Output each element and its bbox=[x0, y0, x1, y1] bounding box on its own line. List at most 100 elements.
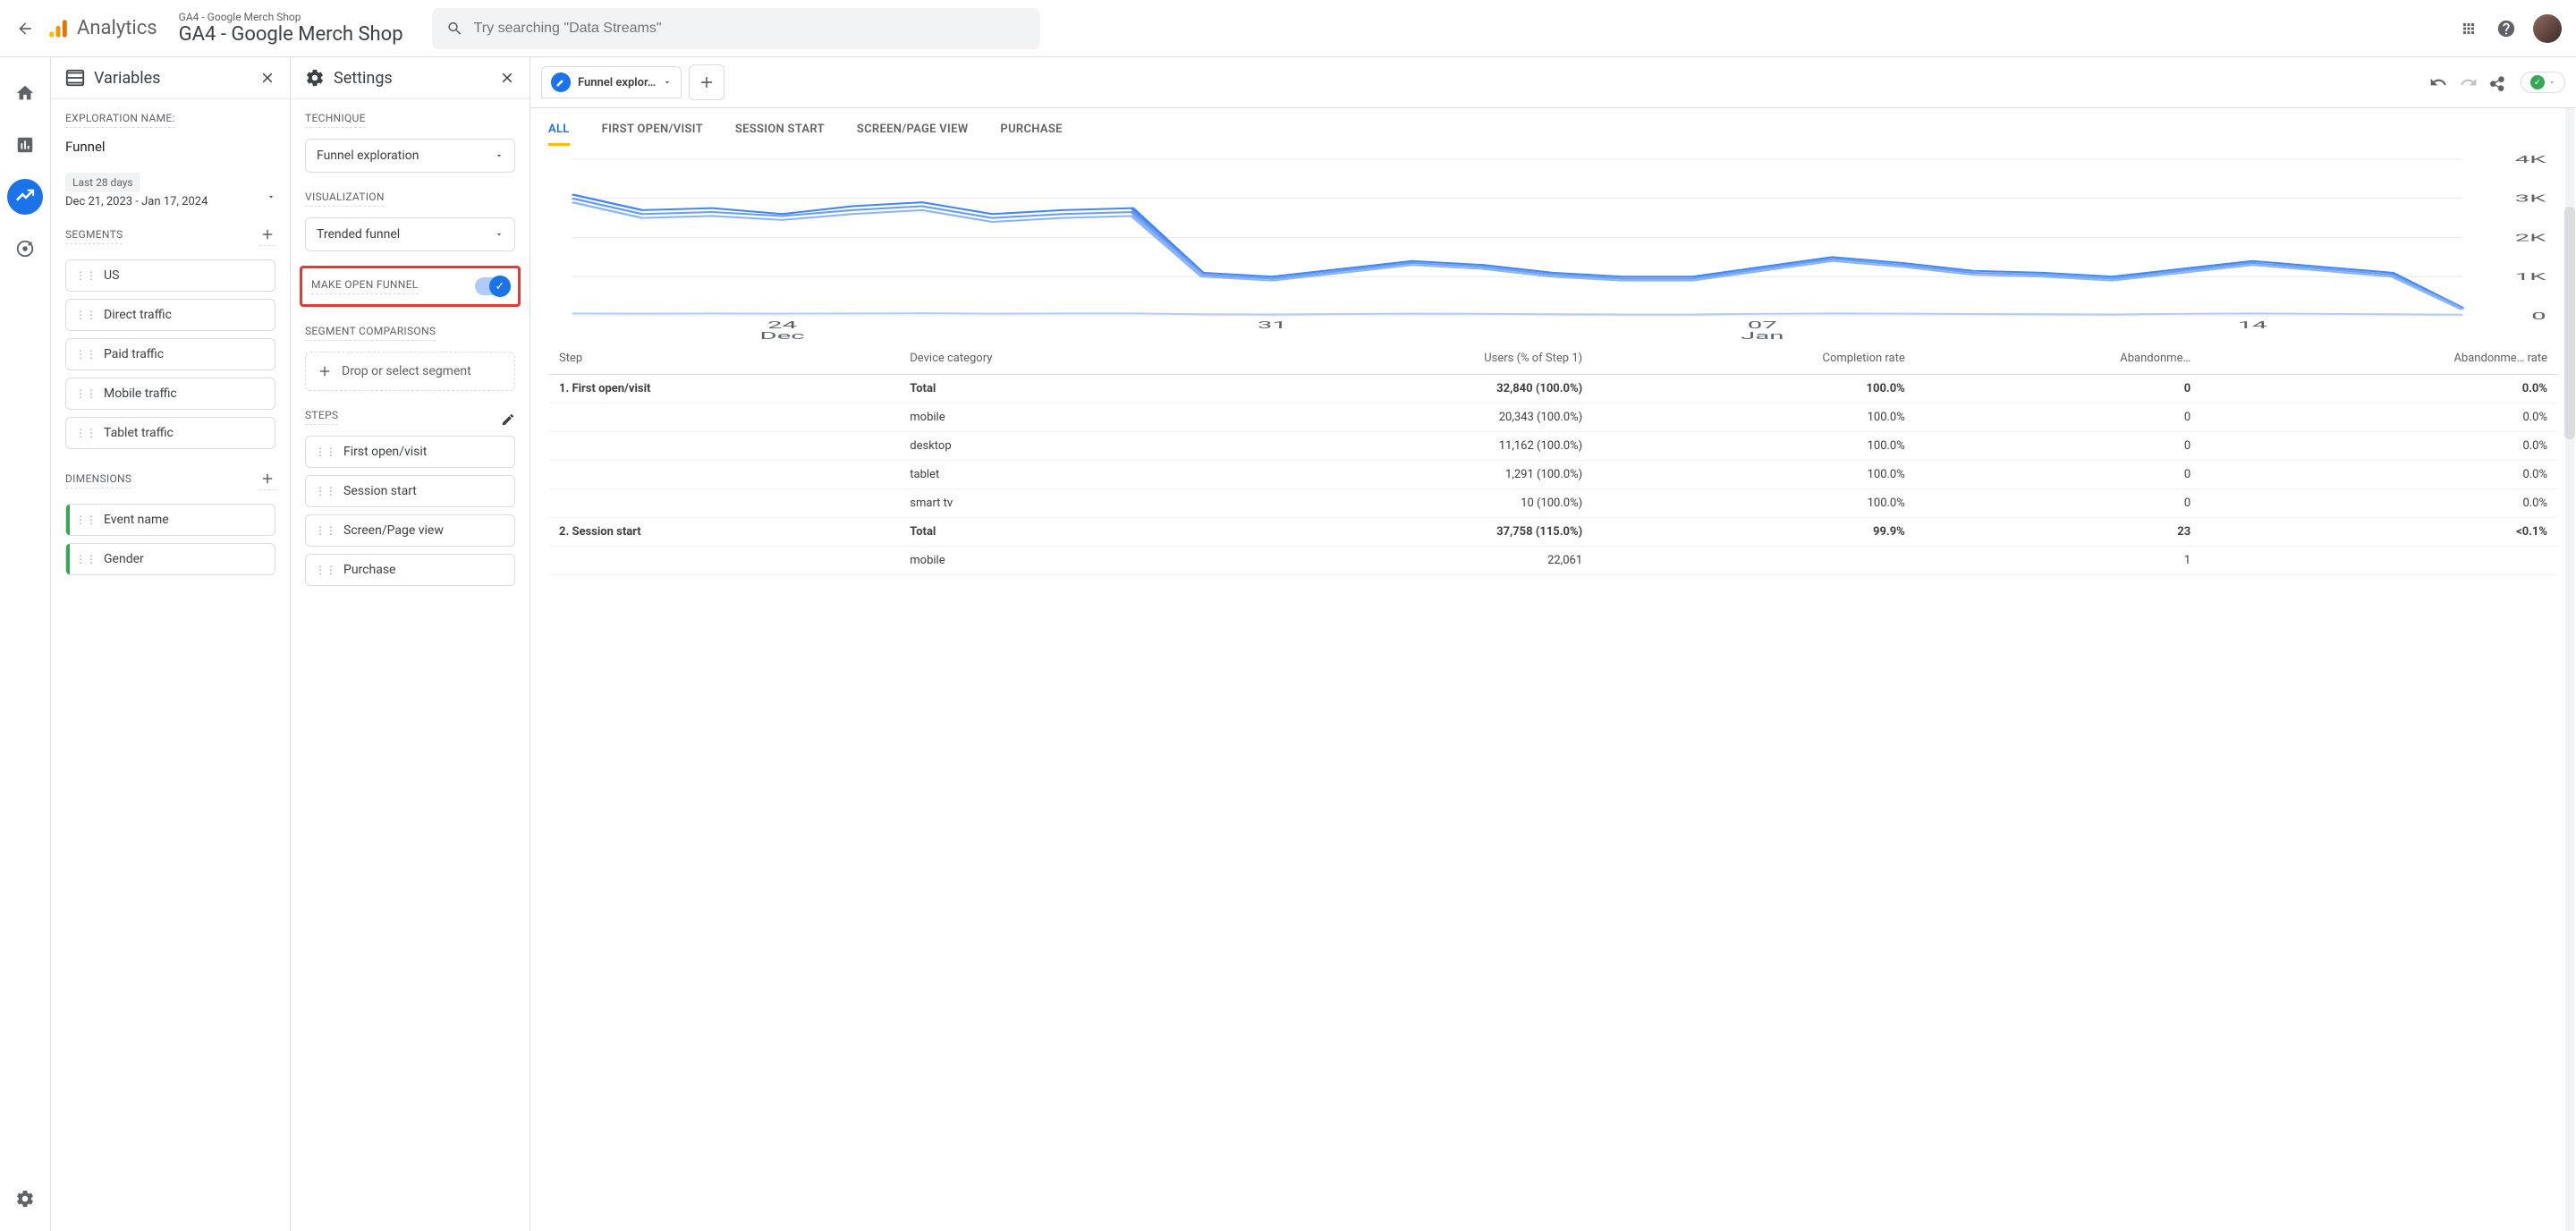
redo-button[interactable] bbox=[2460, 73, 2478, 91]
step-chip[interactable]: ⋮⋮ Screen/Page view bbox=[305, 514, 515, 547]
step-chip[interactable]: ⋮⋮Purchase bbox=[305, 554, 515, 586]
help-icon[interactable] bbox=[2496, 18, 2517, 39]
nav-advertising[interactable] bbox=[7, 231, 43, 267]
exploration-name-label: EXPLORATION NAME: bbox=[65, 112, 175, 128]
segment-drop-area[interactable]: Drop or select segment bbox=[305, 352, 515, 391]
chart-tab[interactable]: SESSION START bbox=[735, 123, 825, 146]
svg-text:1K: 1K bbox=[2515, 271, 2546, 283]
segment-chip[interactable]: ⋮⋮Mobile traffic bbox=[65, 378, 275, 410]
technique-select[interactable]: Funnel exploration bbox=[305, 139, 515, 173]
app-header: Analytics GA4 - Google Merch Shop GA4 - … bbox=[0, 0, 2576, 57]
edit-steps-button[interactable] bbox=[501, 412, 515, 427]
scrollbar-thumb[interactable] bbox=[2564, 207, 2575, 439]
table-row[interactable]: 1. First open/visitTotal32,840 (100.0%)1… bbox=[548, 375, 2558, 403]
step-chip[interactable]: ⋮⋮Session start bbox=[305, 475, 515, 507]
gear-icon bbox=[305, 68, 325, 88]
nav-admin[interactable] bbox=[7, 1181, 43, 1217]
chevron-down-icon bbox=[663, 78, 672, 87]
table-header: Completion rate bbox=[1593, 343, 1916, 375]
search-input[interactable] bbox=[474, 21, 1026, 37]
segment-comparisons-label: SEGMENT COMPARISONS bbox=[305, 325, 436, 341]
share-button[interactable] bbox=[2490, 73, 2508, 91]
chip-label: Mobile traffic bbox=[104, 386, 177, 401]
visualization-select[interactable]: Trended funnel bbox=[305, 217, 515, 251]
open-funnel-highlight: MAKE OPEN FUNNEL ✓ bbox=[300, 266, 521, 307]
chart-tab[interactable]: SCREEN/PAGE VIEW bbox=[857, 123, 969, 146]
table-row[interactable]: tablet1,291 (100.0%)100.0%00.0% bbox=[548, 461, 2558, 489]
avatar[interactable] bbox=[2533, 14, 2562, 43]
chart-tab[interactable]: ALL bbox=[548, 123, 570, 146]
segment-chip[interactable]: ⋮⋮ Paid traffic bbox=[65, 338, 275, 370]
search-bar[interactable] bbox=[432, 8, 1040, 49]
chip-label: Screen/Page view bbox=[343, 523, 444, 538]
drag-handle-icon: ⋮⋮ bbox=[315, 524, 336, 537]
table-row[interactable]: smart tv10 (100.0%)100.0%00.0% bbox=[548, 489, 2558, 518]
plus-icon bbox=[317, 363, 333, 379]
drag-handle-icon: ⋮⋮ bbox=[75, 514, 97, 526]
tab-label: Funnel explor… bbox=[578, 76, 656, 89]
exploration-tab[interactable]: Funnel explor… bbox=[541, 66, 682, 98]
segment-chip[interactable]: ⋮⋮Direct traffic bbox=[65, 299, 275, 331]
nav-explore[interactable] bbox=[7, 179, 43, 215]
add-segment-button[interactable] bbox=[259, 226, 275, 246]
check-icon: ✓ bbox=[2530, 75, 2545, 89]
property-large-label: GA4 - Google Merch Shop bbox=[179, 23, 403, 46]
apps-icon[interactable] bbox=[2458, 18, 2479, 39]
settings-panel: Settings TECHNIQUE Funnel exploration VI… bbox=[290, 57, 530, 1231]
variables-close-icon[interactable] bbox=[259, 70, 275, 86]
add-tab-button[interactable] bbox=[689, 64, 724, 100]
settings-close-icon[interactable] bbox=[499, 70, 515, 86]
chip-label: Event name bbox=[104, 513, 169, 527]
table-row[interactable]: 2. Session startTotal37,758 (115.0%)99.9… bbox=[548, 518, 2558, 547]
drag-handle-icon: ⋮⋮ bbox=[315, 564, 336, 576]
drag-handle-icon: ⋮⋮ bbox=[315, 446, 336, 458]
dimension-chip[interactable]: ⋮⋮ Gender bbox=[65, 543, 275, 575]
table-header: Abandonme… rate bbox=[2201, 343, 2558, 375]
svg-text:07: 07 bbox=[1748, 319, 1777, 331]
steps-label: STEPS bbox=[305, 409, 338, 425]
table-row[interactable]: desktop11,162 (100.0%)100.0%00.0% bbox=[548, 432, 2558, 461]
chart-tab[interactable]: FIRST OPEN/VISIT bbox=[602, 123, 703, 146]
svg-text:3K: 3K bbox=[2515, 193, 2546, 205]
nav-reports[interactable] bbox=[7, 127, 43, 163]
property-selector[interactable]: GA4 - Google Merch Shop GA4 - Google Mer… bbox=[179, 11, 403, 46]
dimension-chip[interactable]: ⋮⋮ Event name bbox=[65, 504, 275, 536]
svg-text:31: 31 bbox=[1258, 319, 1287, 331]
add-dimension-button[interactable] bbox=[259, 471, 275, 490]
segment-chip[interactable]: ⋮⋮US bbox=[65, 259, 275, 292]
drag-handle-icon: ⋮⋮ bbox=[75, 553, 97, 565]
chevron-down-icon bbox=[267, 192, 275, 201]
dimensions-label: DIMENSIONS bbox=[65, 472, 131, 488]
segment-chip[interactable]: ⋮⋮Tablet traffic bbox=[65, 417, 275, 449]
chip-label: First open/visit bbox=[343, 445, 427, 459]
table-row[interactable]: mobile20,343 (100.0%)100.0%00.0% bbox=[548, 403, 2558, 432]
chart-tab[interactable]: PURCHASE bbox=[1000, 123, 1062, 146]
date-chip: Last 28 days bbox=[65, 173, 140, 192]
edit-icon bbox=[551, 72, 571, 92]
svg-text:Jan: Jan bbox=[1741, 330, 1784, 342]
chip-label: Gender bbox=[104, 552, 144, 566]
status-pill[interactable]: ✓ bbox=[2521, 72, 2565, 93]
analytics-title: Analytics bbox=[77, 17, 157, 39]
settings-title: Settings bbox=[334, 69, 393, 88]
drag-handle-icon: ⋮⋮ bbox=[75, 348, 97, 361]
nav-rail bbox=[0, 57, 50, 1231]
date-range-selector[interactable]: Last 28 days Dec 21, 2023 - Jan 17, 2024 bbox=[65, 173, 275, 221]
exploration-name-input[interactable]: Funnel bbox=[65, 139, 275, 155]
visualization-value: Trended funnel bbox=[317, 227, 400, 242]
svg-text:4K: 4K bbox=[2515, 155, 2546, 166]
nav-home[interactable] bbox=[7, 75, 43, 111]
chevron-down-icon bbox=[495, 151, 504, 160]
chevron-down-icon bbox=[495, 230, 504, 239]
visualization-label: VISUALIZATION bbox=[305, 191, 385, 207]
back-button[interactable] bbox=[14, 18, 36, 39]
funnel-table: StepDevice categoryUsers (% of Step 1)Co… bbox=[548, 343, 2558, 575]
open-funnel-label: MAKE OPEN FUNNEL bbox=[311, 278, 419, 294]
table-row[interactable]: mobile22,0611 bbox=[548, 547, 2558, 575]
undo-button[interactable] bbox=[2429, 73, 2447, 91]
logo[interactable]: Analytics bbox=[47, 17, 157, 40]
chip-label: Paid traffic bbox=[104, 347, 164, 361]
open-funnel-toggle[interactable]: ✓ bbox=[475, 277, 509, 295]
chevron-down-icon bbox=[2548, 79, 2555, 86]
step-chip[interactable]: ⋮⋮ First open/visit bbox=[305, 436, 515, 468]
